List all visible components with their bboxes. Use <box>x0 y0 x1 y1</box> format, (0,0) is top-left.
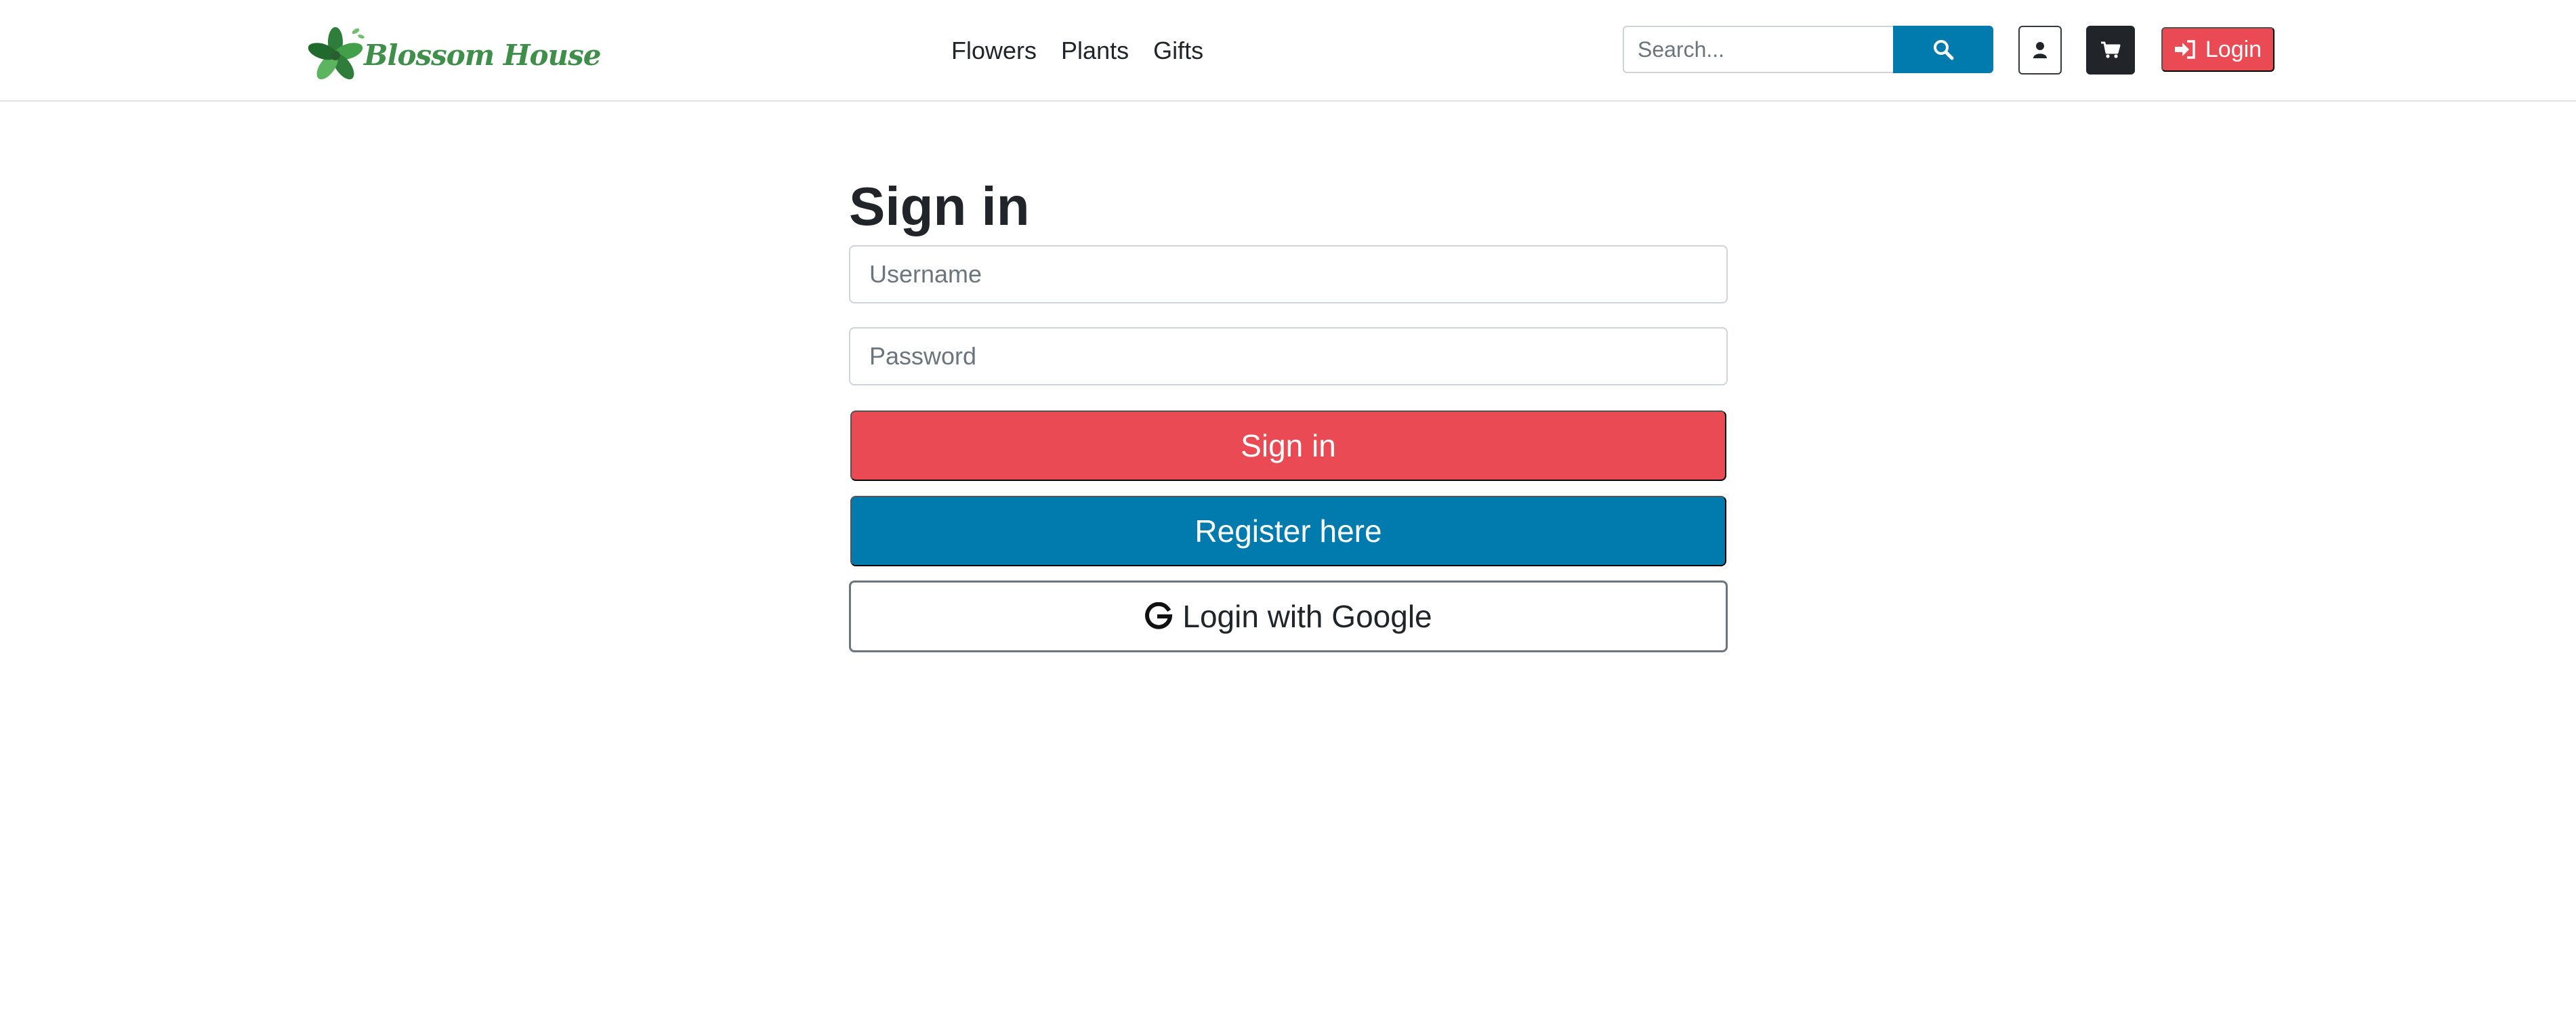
nav-link-plants[interactable]: Plants <box>1061 37 1129 65</box>
navbar: Blossom House Flowers Plants Gifts Searc… <box>0 0 2576 102</box>
password-field[interactable] <box>849 327 1728 385</box>
main-nav: Flowers Plants Gifts <box>951 34 1228 68</box>
user-icon <box>2033 42 2047 58</box>
login-button-label: Login <box>2205 36 2262 62</box>
flower-leaves-icon <box>308 27 365 80</box>
google-login-button[interactable]: Login with Google <box>849 581 1728 652</box>
signin-form: Sign in Sign in Register here Login with… <box>849 173 1728 652</box>
user-button[interactable] <box>2018 26 2062 75</box>
search-icon <box>1934 40 1954 60</box>
brand-logo[interactable]: Blossom House <box>308 24 601 85</box>
search-input[interactable] <box>1623 26 1893 73</box>
nav-link-gifts[interactable]: Gifts <box>1153 37 1203 65</box>
sign-in-icon <box>2174 40 2195 59</box>
cart-icon <box>2101 41 2121 58</box>
signin-button[interactable]: Sign in <box>850 410 1726 481</box>
username-field[interactable] <box>849 245 1728 303</box>
nav-link-flowers[interactable]: Flowers <box>951 37 1037 65</box>
cart-button[interactable] <box>2086 26 2135 75</box>
google-icon <box>1145 602 1173 629</box>
login-button[interactable]: Login <box>2161 27 2274 72</box>
brand-name: Blossom House <box>364 38 601 72</box>
page-title: Sign in <box>849 176 1030 236</box>
register-button[interactable]: Register here <box>850 496 1726 566</box>
search-button[interactable] <box>1893 26 1993 73</box>
google-login-label: Login with Google <box>1182 599 1432 634</box>
search-group <box>1623 26 1993 73</box>
